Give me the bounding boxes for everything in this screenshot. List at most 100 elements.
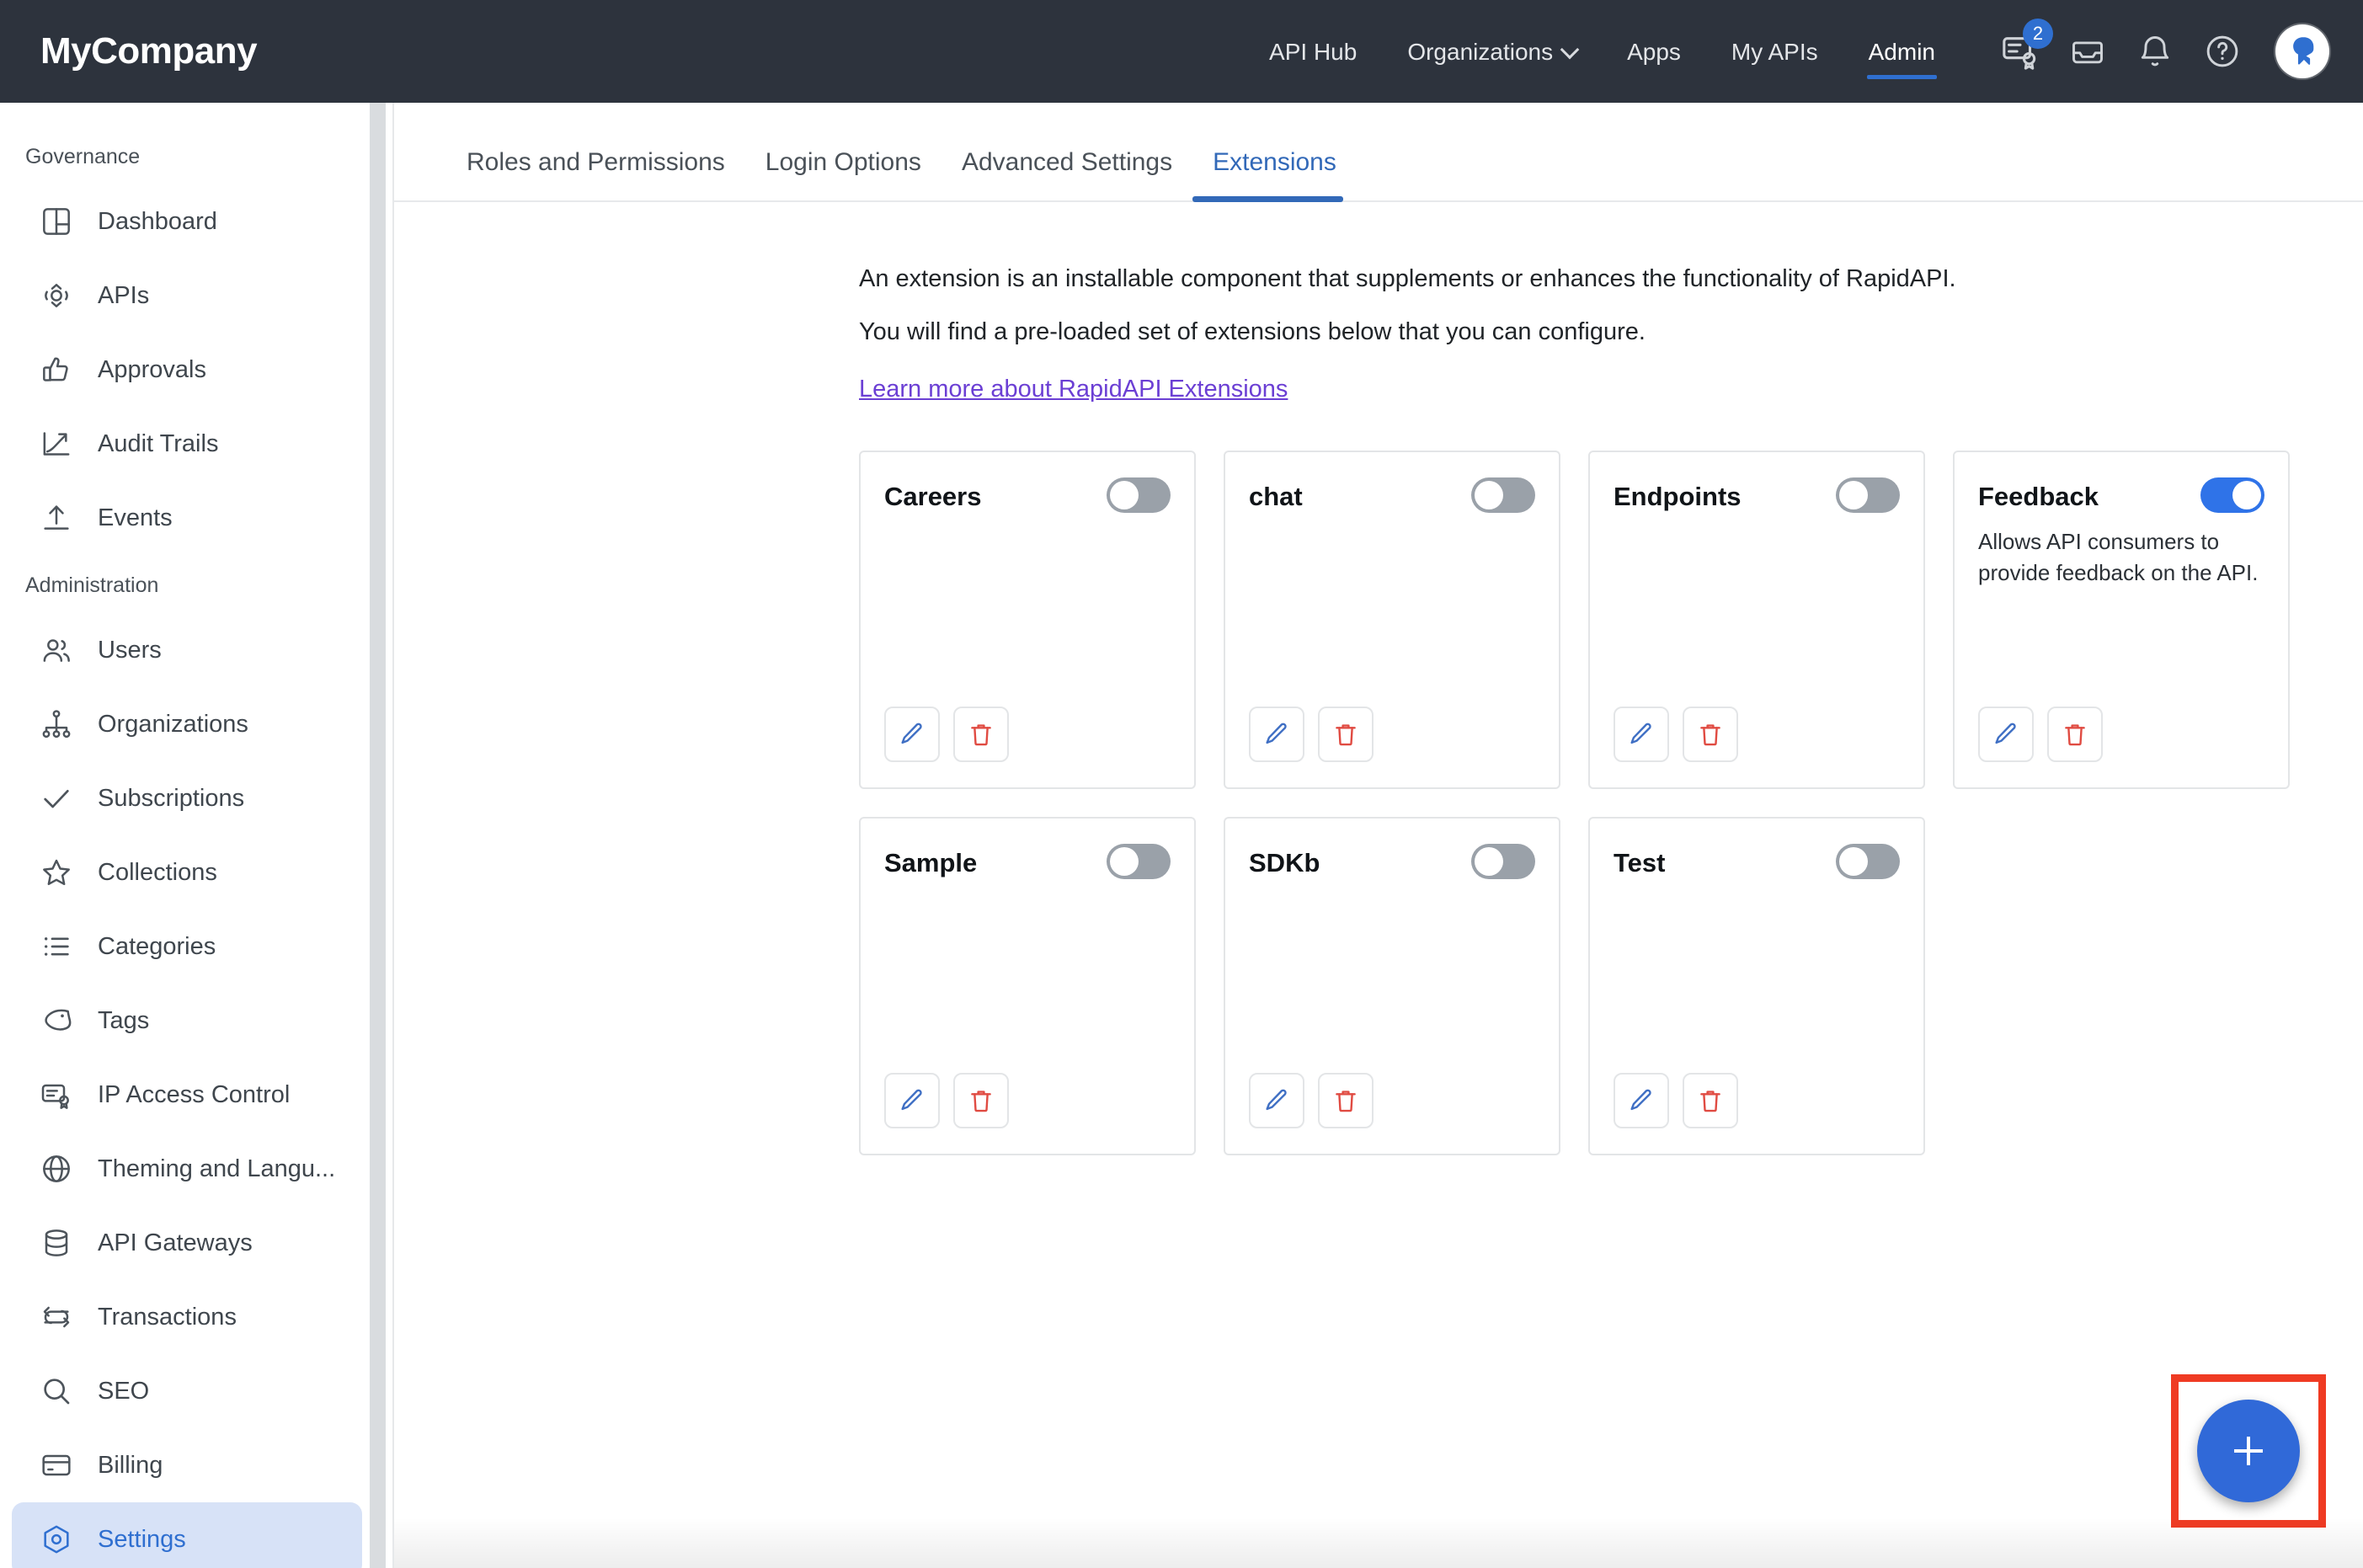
sidebar-item-approvals[interactable]: Approvals — [12, 333, 362, 407]
extension-enable-toggle[interactable] — [1471, 477, 1535, 514]
approvals-certificate-icon[interactable]: 2 — [2001, 19, 2053, 71]
help-circle-icon[interactable] — [2203, 32, 2242, 71]
upload-icon — [39, 500, 74, 536]
transactions-icon — [39, 1299, 74, 1335]
tab-advanced-settings[interactable]: Advanced Settings — [941, 148, 1192, 200]
sidebar-item-label: Tags — [98, 1006, 150, 1034]
card-actions — [1614, 1073, 1900, 1154]
sidebar-item-organizations[interactable]: Organizations — [12, 687, 362, 761]
extension-title: Feedback — [1978, 482, 2099, 512]
plus-icon — [2234, 1437, 2263, 1465]
extension-enable-toggle[interactable] — [2200, 477, 2264, 514]
delete-extension-button[interactable] — [1683, 707, 1738, 763]
sidebar-item-collections[interactable]: Collections — [12, 835, 362, 909]
sidebar-item-label: Events — [98, 504, 173, 531]
sidebar-item-api-gateways[interactable]: API Gateways — [12, 1206, 362, 1280]
delete-extension-button[interactable] — [1318, 707, 1374, 763]
card-actions — [884, 1073, 1171, 1154]
edit-extension-button[interactable] — [1249, 1073, 1304, 1129]
nav-item-apps[interactable]: Apps — [1602, 3, 1706, 99]
nav-item-my-apis[interactable]: My APIs — [1706, 3, 1843, 99]
pencil-icon — [901, 1089, 922, 1111]
extension-enable-toggle[interactable] — [1836, 844, 1900, 880]
sidebar-item-label: Approvals — [98, 355, 206, 383]
sidebar-item-label: Settings — [98, 1525, 186, 1553]
extension-enable-toggle[interactable] — [1107, 477, 1171, 514]
rapidapi-logo-icon — [2293, 37, 2314, 65]
sidebar-item-dashboard[interactable]: Dashboard — [12, 184, 362, 259]
sidebar-item-users[interactable]: Users — [12, 613, 362, 687]
brand-logo[interactable]: MyCompany — [40, 30, 258, 72]
trash-icon — [2065, 724, 2085, 746]
extension-card[interactable]: chat — [1224, 451, 1560, 790]
card-header: Careers — [884, 477, 1171, 514]
edit-extension-button[interactable] — [1249, 707, 1304, 763]
extension-card[interactable]: Careers — [859, 451, 1196, 790]
edit-extension-button[interactable] — [1978, 707, 2034, 763]
sidebar-section-governance: Governance — [25, 145, 141, 168]
sidebar-item-label: SEO — [98, 1377, 150, 1405]
extension-title: Careers — [884, 482, 982, 512]
delete-extension-button[interactable] — [953, 707, 1009, 763]
nav-label: Admin — [1868, 39, 1935, 65]
extension-card[interactable]: SDKb — [1224, 817, 1560, 1156]
sidebar-item-events[interactable]: Events — [12, 481, 362, 555]
user-avatar[interactable] — [2275, 24, 2329, 78]
sidebar-item-settings[interactable]: Settings — [12, 1502, 362, 1568]
sidebar-item-transactions[interactable]: Transactions — [12, 1280, 362, 1354]
chevron-down-icon — [1563, 43, 1576, 56]
sidebar-scrollbar[interactable] — [370, 103, 386, 1568]
add-extension-button[interactable] — [2197, 1400, 2300, 1502]
top-header: MyCompany API Hub Organizations Apps My … — [0, 0, 2363, 103]
delete-extension-button[interactable] — [1318, 1073, 1374, 1129]
tab-extensions[interactable]: Extensions — [1192, 148, 1357, 202]
nav-label: Organizations — [1407, 39, 1554, 65]
extension-card[interactable]: Test — [1588, 817, 1925, 1156]
sidebar-item-label: Dashboard — [98, 207, 217, 235]
nav-item-admin[interactable]: Admin — [1843, 3, 1960, 99]
learn-more-wrapper: Learn more about RapidAPI Extensions — [394, 376, 2363, 403]
inbox-icon[interactable] — [2068, 32, 2107, 71]
extensions-description-line-1: An extension is an installable component… — [859, 265, 1956, 292]
sidebar-item-subscriptions[interactable]: Subscriptions — [12, 761, 362, 835]
extension-enable-toggle[interactable] — [1107, 844, 1171, 880]
settings-tabbar: Roles and Permissions Login Options Adva… — [394, 103, 2363, 202]
tab-login-options[interactable]: Login Options — [745, 148, 941, 200]
sidebar-item-tags[interactable]: Tags — [12, 984, 362, 1058]
learn-more-link[interactable]: Learn more about RapidAPI Extensions — [394, 376, 1288, 403]
extension-card[interactable]: Feedback Allows API consumers to provide… — [1953, 451, 2290, 790]
edit-extension-button[interactable] — [1614, 707, 1669, 763]
sidebar-item-seo[interactable]: SEO — [12, 1354, 362, 1428]
edit-extension-button[interactable] — [1614, 1073, 1669, 1129]
sidebar-item-theming-and-languages[interactable]: Theming and Langu... — [12, 1132, 362, 1206]
pencil-icon — [1630, 1089, 1651, 1111]
sidebar-item-label: Subscriptions — [98, 784, 245, 812]
card-header: chat — [1249, 477, 1535, 514]
delete-extension-button[interactable] — [953, 1073, 1009, 1129]
edit-extension-button[interactable] — [884, 1073, 940, 1129]
edit-extension-button[interactable] — [884, 707, 940, 763]
sidebar-item-billing[interactable]: Billing — [12, 1428, 362, 1502]
extension-title: Sample — [884, 848, 978, 878]
card-header: Endpoints — [1614, 477, 1900, 514]
org-tree-icon — [39, 707, 74, 742]
notifications-bell-icon[interactable] — [2136, 32, 2174, 71]
delete-extension-button[interactable] — [1683, 1073, 1738, 1129]
sidebar-item-apis[interactable]: APIs — [12, 259, 362, 333]
sidebar-item-audit-trails[interactable]: Audit Trails — [12, 407, 362, 481]
delete-extension-button[interactable] — [2047, 707, 2103, 763]
nav-item-api-hub[interactable]: API Hub — [1244, 3, 1382, 99]
extension-card[interactable]: Endpoints — [1588, 451, 1925, 790]
extension-title: Test — [1614, 848, 1666, 878]
database-icon — [39, 1225, 74, 1261]
tab-roles-and-permissions[interactable]: Roles and Permissions — [467, 148, 745, 200]
nav-label: Apps — [1627, 39, 1681, 65]
extension-card[interactable]: Sample — [859, 817, 1196, 1156]
bottom-shadow — [394, 1517, 2363, 1568]
extension-enable-toggle[interactable] — [1471, 844, 1535, 880]
sidebar-item-ip-access-control[interactable]: IP Access Control — [12, 1058, 362, 1132]
sidebar-item-categories[interactable]: Categories — [12, 909, 362, 984]
pencil-icon — [1266, 723, 1287, 744]
nav-item-organizations[interactable]: Organizations — [1382, 3, 1602, 99]
extension-enable-toggle[interactable] — [1836, 477, 1900, 514]
